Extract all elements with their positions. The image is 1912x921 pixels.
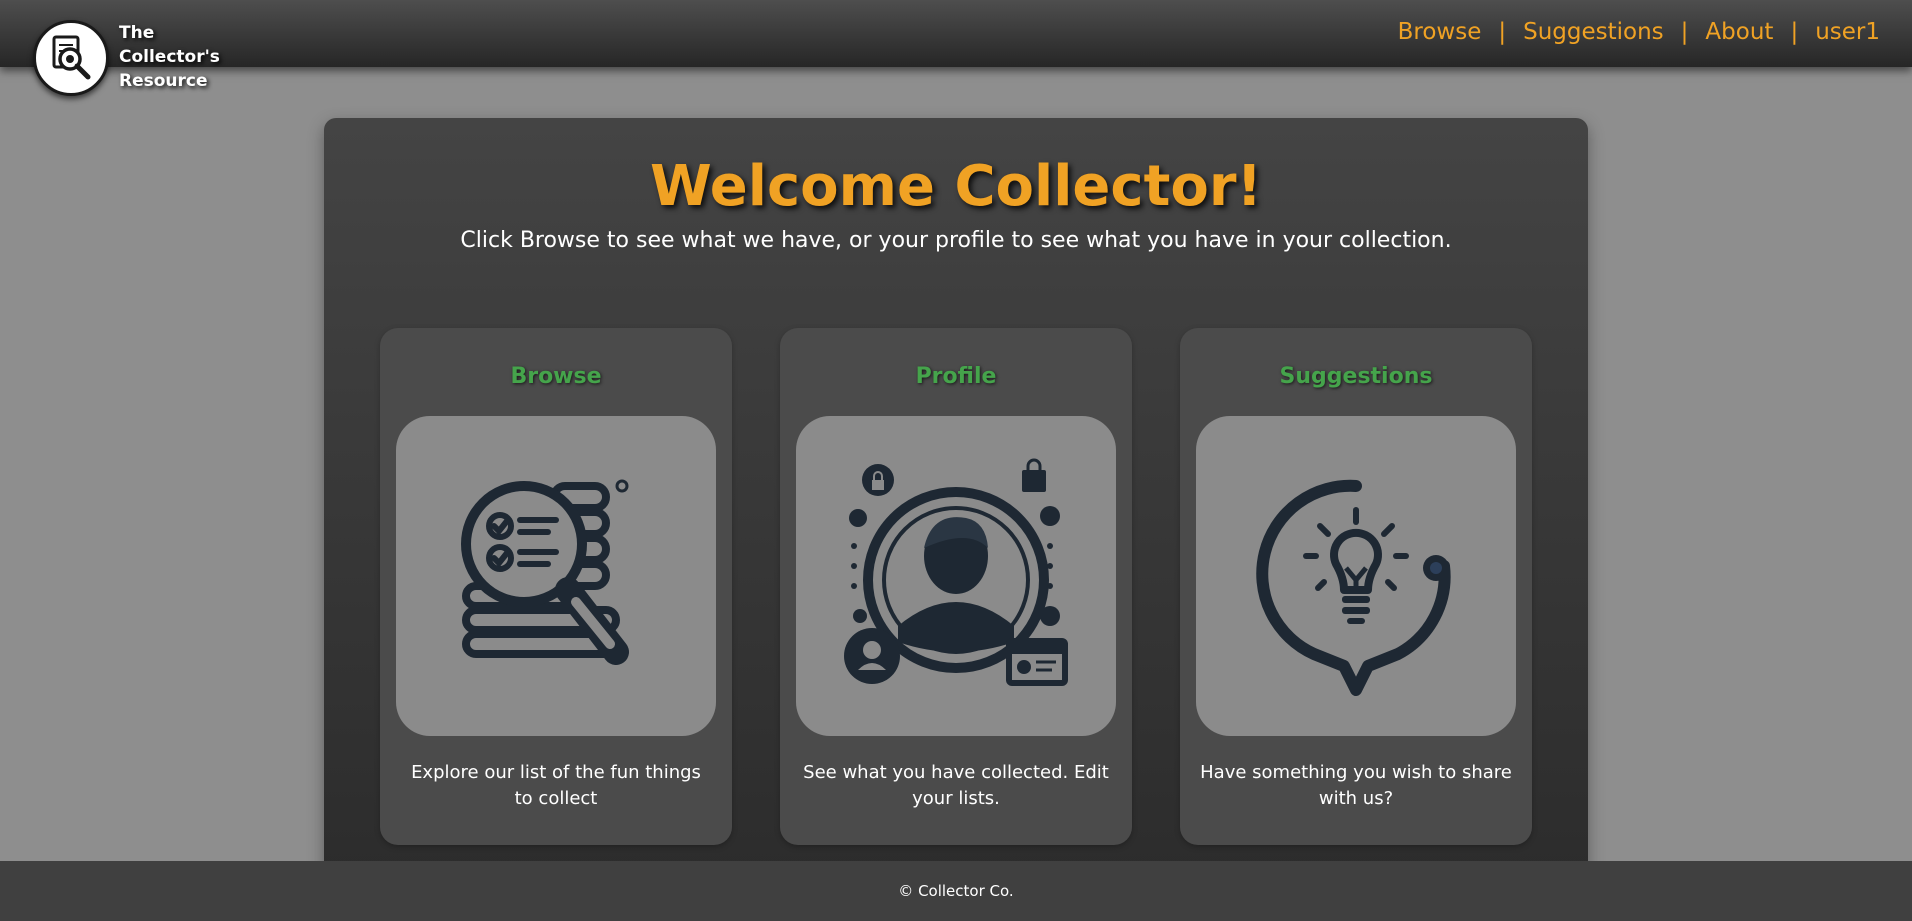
nav-about-link[interactable]: About — [1705, 19, 1773, 45]
page-title: Welcome Collector! — [650, 154, 1262, 219]
nav-user-link[interactable]: user1 — [1815, 19, 1880, 45]
nav-separator: | — [1498, 19, 1507, 45]
card-description: Have something you wish to share with us… — [1200, 762, 1512, 809]
main-nav: Browse | Suggestions | About | user1 — [1398, 19, 1880, 45]
top-header: The Collector's Resource Browse | Sugges… — [0, 0, 1912, 96]
page-footer: © Collector Co. — [0, 861, 1912, 921]
suggestions-card[interactable]: Suggestions Have something you wish to s… — [1180, 328, 1532, 845]
card-image — [396, 416, 716, 736]
nav-browse-link[interactable]: Browse — [1398, 19, 1482, 45]
welcome-panel: Welcome Collector! Click Browse to see w… — [324, 118, 1588, 878]
card-description: See what you have collected. Edit your l… — [803, 762, 1109, 809]
card-title: Profile — [915, 364, 997, 389]
logo-icon[interactable] — [33, 20, 109, 96]
card-description: Explore our list of the fun things to co… — [411, 762, 701, 809]
card-title: Browse — [510, 364, 602, 389]
browse-card[interactable]: Browse Explore our list of the fun thing… — [380, 328, 732, 845]
magnifier-list-icon — [461, 479, 629, 665]
card-image — [796, 416, 1116, 736]
card-image — [1196, 416, 1516, 736]
page-subtitle: Click Browse to see what we have, or you… — [460, 228, 1452, 253]
lightbulb-icon — [1256, 479, 1451, 696]
footer-copyright: © Collector Co. — [898, 882, 1014, 900]
site-name-line: Resource — [119, 71, 208, 91]
nav-suggestions-link[interactable]: Suggestions — [1523, 19, 1664, 45]
nav-separator: | — [1790, 19, 1799, 45]
site-name: The Collector's Resource — [119, 21, 229, 93]
profile-card[interactable]: Profile See what you have collected. Edi… — [780, 328, 1132, 845]
site-name-line: Collector's — [119, 47, 220, 67]
site-name-line: The — [119, 23, 155, 43]
user-profile-icon — [844, 458, 1068, 686]
nav-separator: | — [1680, 19, 1689, 45]
card-title: Suggestions — [1279, 364, 1433, 389]
